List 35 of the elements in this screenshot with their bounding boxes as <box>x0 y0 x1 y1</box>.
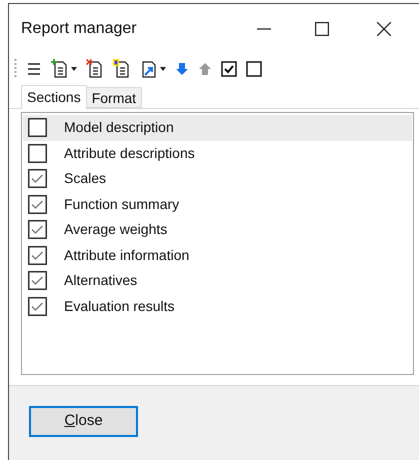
checkbox[interactable] <box>28 220 47 240</box>
section-label: Alternatives <box>64 271 138 290</box>
tab[interactable]: Sections <box>21 85 87 109</box>
export-document-icon[interactable] <box>140 59 158 79</box>
caret-icon[interactable] <box>71 67 77 71</box>
list-item[interactable]: Model description <box>23 115 412 140</box>
checkbox[interactable] <box>28 144 47 163</box>
grip-icon[interactable] <box>14 58 17 80</box>
close-button[interactable]: Close <box>29 406 138 437</box>
menu-icon[interactable] <box>26 62 42 76</box>
checkbox[interactable] <box>28 194 47 214</box>
maximize-icon[interactable] <box>315 22 329 36</box>
add-document-icon[interactable] <box>51 59 69 79</box>
numbered-document-icon[interactable] <box>113 59 131 79</box>
section-label: Evaluation results <box>64 296 175 316</box>
section-label: Model description <box>64 118 174 138</box>
caret-icon[interactable] <box>160 67 166 71</box>
checkbox[interactable] <box>28 169 47 188</box>
checkbox[interactable] <box>28 246 47 265</box>
checkbox[interactable] <box>28 118 47 138</box>
close-icon[interactable] <box>377 22 391 36</box>
section-label: Function summary <box>64 194 180 214</box>
empty-box-icon[interactable] <box>246 61 262 77</box>
section-label: Attribute information <box>64 246 190 265</box>
delete-document-icon[interactable] <box>86 59 104 79</box>
section-label: Scales <box>64 169 106 188</box>
checkbox[interactable] <box>28 271 47 290</box>
section-label: Attribute descriptions <box>64 144 195 163</box>
list-item[interactable]: Attribute descriptions <box>23 140 412 166</box>
checked-box-icon[interactable] <box>221 61 237 77</box>
checkbox[interactable] <box>28 296 47 316</box>
tab[interactable]: Format <box>86 87 142 108</box>
down-arrow-icon[interactable] <box>175 62 189 76</box>
section-label: Average weights <box>64 220 168 240</box>
window-title: Report manager <box>21 19 138 39</box>
